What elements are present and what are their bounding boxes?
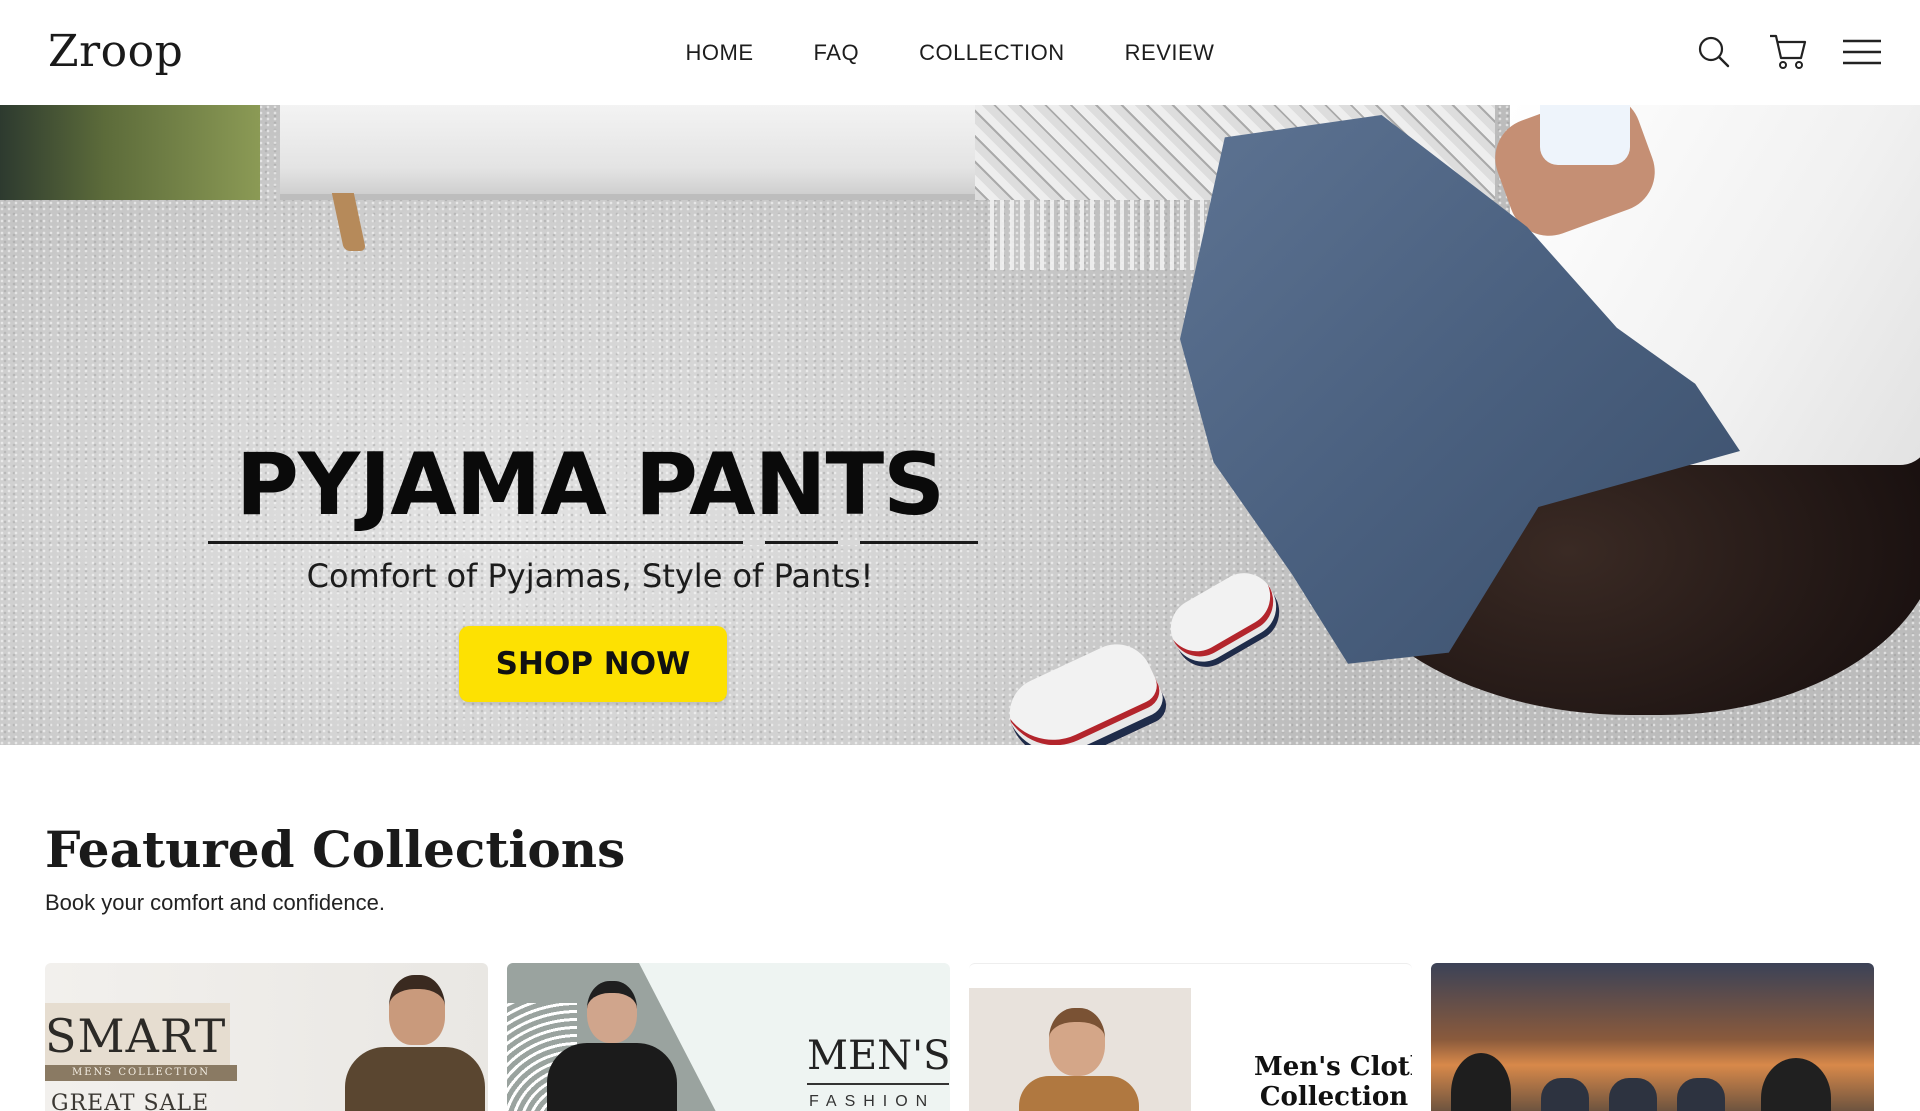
card-subheading: FASHION [809, 1093, 936, 1110]
featured-collections-subtitle: Book your comfort and confidence. [45, 890, 385, 915]
collection-card-mens-fashion[interactable]: MEN'S FASHION [507, 963, 950, 1111]
card-model-image [547, 973, 677, 1111]
card-sale-text: GREAT SALE [51, 1091, 210, 1111]
main-nav: HOME FAQ COLLECTION REVIEW [0, 0, 1920, 105]
nav-faq[interactable]: FAQ [814, 40, 860, 66]
nav-review[interactable]: REVIEW [1125, 40, 1215, 66]
collection-card-smart[interactable]: SMART MENS COLLECTION GREAT SALE [45, 963, 488, 1111]
card-heading-line-2: Collection [1259, 1082, 1409, 1111]
card-heading: MEN'S [807, 1033, 950, 1079]
card-heading-line-1: Men's Clothing [1254, 1052, 1412, 1082]
collection-card-mens-clothing[interactable]: Men's Clothing Collection [969, 963, 1412, 1111]
nav-collection[interactable]: COLLECTION [919, 40, 1065, 66]
hero-title-underline [208, 540, 978, 545]
hero-title: PYJAMA PANTS [235, 435, 945, 535]
hero-banner: PYJAMA PANTS Comfort of Pyjamas, Style o… [0, 105, 1920, 745]
search-icon[interactable] [1694, 32, 1734, 72]
card-model-image [969, 988, 1191, 1111]
card-palm-silhouette [1761, 1058, 1831, 1111]
featured-collections-title: Featured Collections [45, 820, 626, 879]
collection-card-sunset[interactable] [1431, 963, 1874, 1111]
cart-icon[interactable] [1768, 32, 1808, 72]
hero-subtitle: Comfort of Pyjamas, Style of Pants! [306, 557, 874, 595]
card-model-image [345, 975, 485, 1111]
menu-icon[interactable] [1842, 32, 1882, 72]
hero-window [0, 105, 260, 200]
card-subheading: MENS COLLECTION [45, 1065, 237, 1081]
card-group-image [1541, 1078, 1771, 1111]
card-divider [807, 1083, 949, 1085]
card-heading: SMART [45, 1009, 227, 1063]
card-heading: Men's Clothing Collection [1254, 1052, 1412, 1111]
hero-mug [1540, 105, 1630, 165]
collection-cards: SMART MENS COLLECTION GREAT SALE MEN'S F… [45, 963, 1875, 1111]
site-header: Zroop HOME FAQ COLLECTION REVIEW [0, 0, 1920, 105]
hero-sofa [280, 105, 1020, 200]
header-icons [1694, 32, 1882, 72]
shop-now-button[interactable]: SHOP NOW [459, 626, 727, 702]
nav-home[interactable]: HOME [686, 40, 754, 66]
card-palm-silhouette [1451, 1053, 1511, 1111]
